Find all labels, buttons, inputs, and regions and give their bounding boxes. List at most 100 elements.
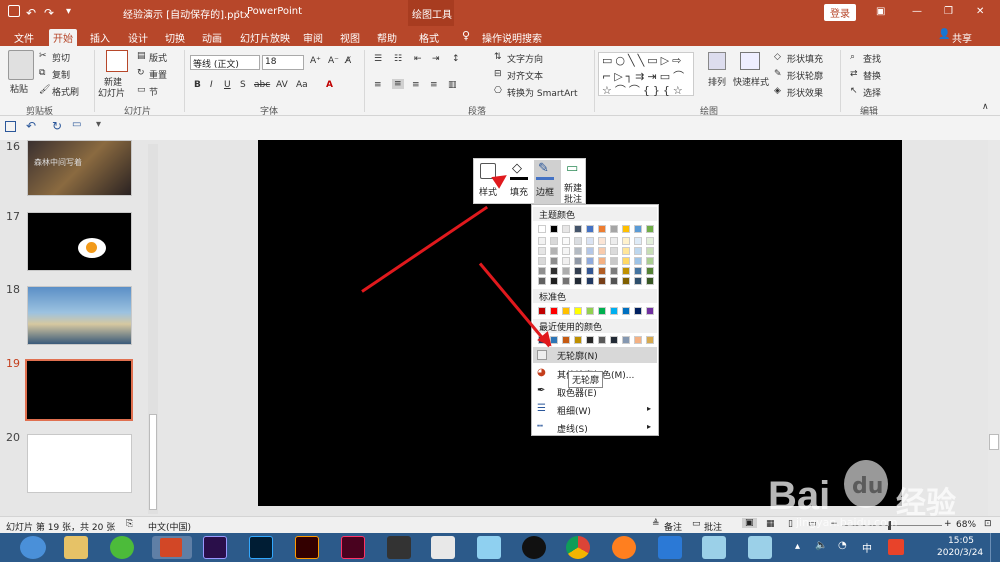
tab-view[interactable]: 视图 <box>336 29 364 46</box>
color-swatch[interactable] <box>574 336 582 344</box>
quick-styles-icon[interactable] <box>740 52 760 70</box>
tab-file[interactable]: 文件 <box>10 29 38 46</box>
color-swatch-shade[interactable] <box>586 257 594 265</box>
minimize-button[interactable]: — <box>912 6 922 17</box>
share-button[interactable]: 共享 <box>948 29 976 46</box>
bold-icon[interactable]: B <box>194 80 201 90</box>
layout-button[interactable]: 版式 <box>149 51 167 64</box>
clock-date[interactable]: 2020/3/24 <box>937 548 983 558</box>
browser-icon[interactable] <box>20 536 46 559</box>
line-spacing-icon[interactable]: ↕ <box>452 54 460 64</box>
arrange-button[interactable]: 排列 <box>708 75 726 88</box>
color-swatch-shade[interactable] <box>562 267 570 275</box>
color-swatch[interactable] <box>574 307 582 315</box>
color-swatch[interactable] <box>562 336 570 344</box>
find-icon[interactable]: ⌕ <box>850 52 855 62</box>
weight-item[interactable]: ☰ 粗细(W) ▸ <box>533 402 657 418</box>
reset-icon[interactable]: ↻ <box>137 68 145 78</box>
color-swatch-shade[interactable] <box>562 237 570 245</box>
replace-icon[interactable]: ⇄ <box>850 69 858 79</box>
color-swatch[interactable] <box>538 307 546 315</box>
vertical-scrollbar[interactable] <box>988 140 1000 516</box>
arrange-icon[interactable] <box>708 52 726 70</box>
text-direction-button[interactable]: 文字方向 <box>507 52 543 65</box>
color-swatch-shade[interactable] <box>622 237 630 245</box>
color-swatch-shade[interactable] <box>646 257 654 265</box>
color-swatch[interactable] <box>634 307 642 315</box>
color-swatch-shade[interactable] <box>538 237 546 245</box>
new-slide-line2[interactable]: 幻灯片 <box>98 86 125 99</box>
redo-icon[interactable]: ↷ <box>44 6 54 20</box>
color-swatch-shade[interactable] <box>598 237 606 245</box>
photoshop-icon[interactable] <box>249 536 273 559</box>
color-swatch[interactable] <box>622 336 630 344</box>
font-size-select[interactable]: 18 <box>262 55 304 70</box>
decrease-indent-icon[interactable]: ⇤ <box>414 54 422 64</box>
wechat-icon[interactable] <box>110 536 134 559</box>
clear-format-icon[interactable]: A̸ <box>345 56 351 66</box>
strikethrough-icon[interactable]: abc <box>254 80 270 90</box>
color-swatch[interactable] <box>562 225 570 233</box>
color-swatch-shade[interactable] <box>574 267 582 275</box>
color-swatch[interactable] <box>610 307 618 315</box>
close-button[interactable]: ✕ <box>976 6 984 17</box>
color-swatch-shade[interactable] <box>610 237 618 245</box>
color-swatch-shade[interactable] <box>598 267 606 275</box>
no-outline-item[interactable]: 无轮廓(N) <box>533 347 657 363</box>
collapse-ribbon-icon[interactable]: ∧ <box>982 102 989 112</box>
color-swatch-shade[interactable] <box>634 237 642 245</box>
comments-icon[interactable]: ▭ <box>692 519 701 529</box>
shape-effects-icon[interactable]: ◈ <box>774 86 781 96</box>
copy-button[interactable]: 复制 <box>52 68 70 81</box>
color-swatch[interactable] <box>586 336 594 344</box>
align-text-icon[interactable]: ⊟ <box>494 69 502 79</box>
tab-review[interactable]: 审阅 <box>299 29 327 46</box>
chat-app-icon[interactable] <box>477 536 501 559</box>
section-button[interactable]: 节 <box>149 85 158 98</box>
select-icon[interactable]: ↖ <box>850 86 858 96</box>
color-swatch[interactable] <box>646 336 654 344</box>
fill-bucket-icon[interactable]: ◇ <box>512 161 522 176</box>
slide-thumbnail-18[interactable] <box>27 286 132 345</box>
comments-button[interactable]: 批注 <box>704 520 722 533</box>
illustrator-icon[interactable] <box>295 536 319 559</box>
increase-indent-icon[interactable]: ⇥ <box>432 54 440 64</box>
font-name-select[interactable]: 等线 (正文) <box>190 55 260 70</box>
color-swatch-shade[interactable] <box>574 247 582 255</box>
align-text-button[interactable]: 对齐文本 <box>507 69 543 82</box>
new-slide-icon[interactable] <box>106 50 128 72</box>
color-swatch-shade[interactable] <box>550 277 558 285</box>
color-swatch-shade[interactable] <box>598 247 606 255</box>
color-swatch[interactable] <box>610 336 618 344</box>
style-button[interactable]: 样式 <box>479 185 497 198</box>
show-desktop-button[interactable] <box>990 533 1000 562</box>
replace-button[interactable]: 替换 <box>863 69 881 82</box>
slide-thumbnail-20[interactable] <box>27 434 132 493</box>
color-swatch[interactable] <box>610 225 618 233</box>
color-swatch-shade[interactable] <box>610 267 618 275</box>
tab-home[interactable]: 开始 <box>49 29 77 46</box>
color-swatch-shade[interactable] <box>538 267 546 275</box>
shapes-gallery[interactable]: ▭○╲╲▭▷⇨ ⌐▷┐⇉⇥▭⌒ ☆⌒⌒{}{☆ <box>598 52 694 97</box>
format-painter-icon[interactable]: 🖌 <box>39 85 50 95</box>
color-swatch-shade[interactable] <box>610 247 618 255</box>
save-icon[interactable] <box>5 121 16 132</box>
align-center-icon[interactable]: ≡ <box>392 79 404 89</box>
qat-more-icon[interactable]: ▾ <box>96 119 101 130</box>
color-swatch[interactable] <box>586 307 594 315</box>
slide-thumbnail-19-selected[interactable] <box>25 359 133 421</box>
numbering-icon[interactable]: ☷ <box>394 54 402 64</box>
bullets-icon[interactable]: ☰ <box>374 54 382 64</box>
italic-icon[interactable]: I <box>210 80 213 90</box>
color-swatch[interactable] <box>622 307 630 315</box>
color-swatch[interactable] <box>550 307 558 315</box>
color-swatch[interactable] <box>622 225 630 233</box>
ribbon-display-icon[interactable]: ▣ <box>876 6 885 17</box>
select-button[interactable]: 选择 <box>863 86 881 99</box>
shape-fill-button[interactable]: 形状填充 <box>787 52 823 65</box>
panel-scrollbar-thumb[interactable] <box>149 414 157 510</box>
tab-slideshow[interactable]: 幻灯片放映 <box>236 29 294 46</box>
zoom-level[interactable]: 68% <box>956 520 976 530</box>
premiere-icon[interactable] <box>203 536 227 559</box>
color-swatch[interactable] <box>598 336 606 344</box>
